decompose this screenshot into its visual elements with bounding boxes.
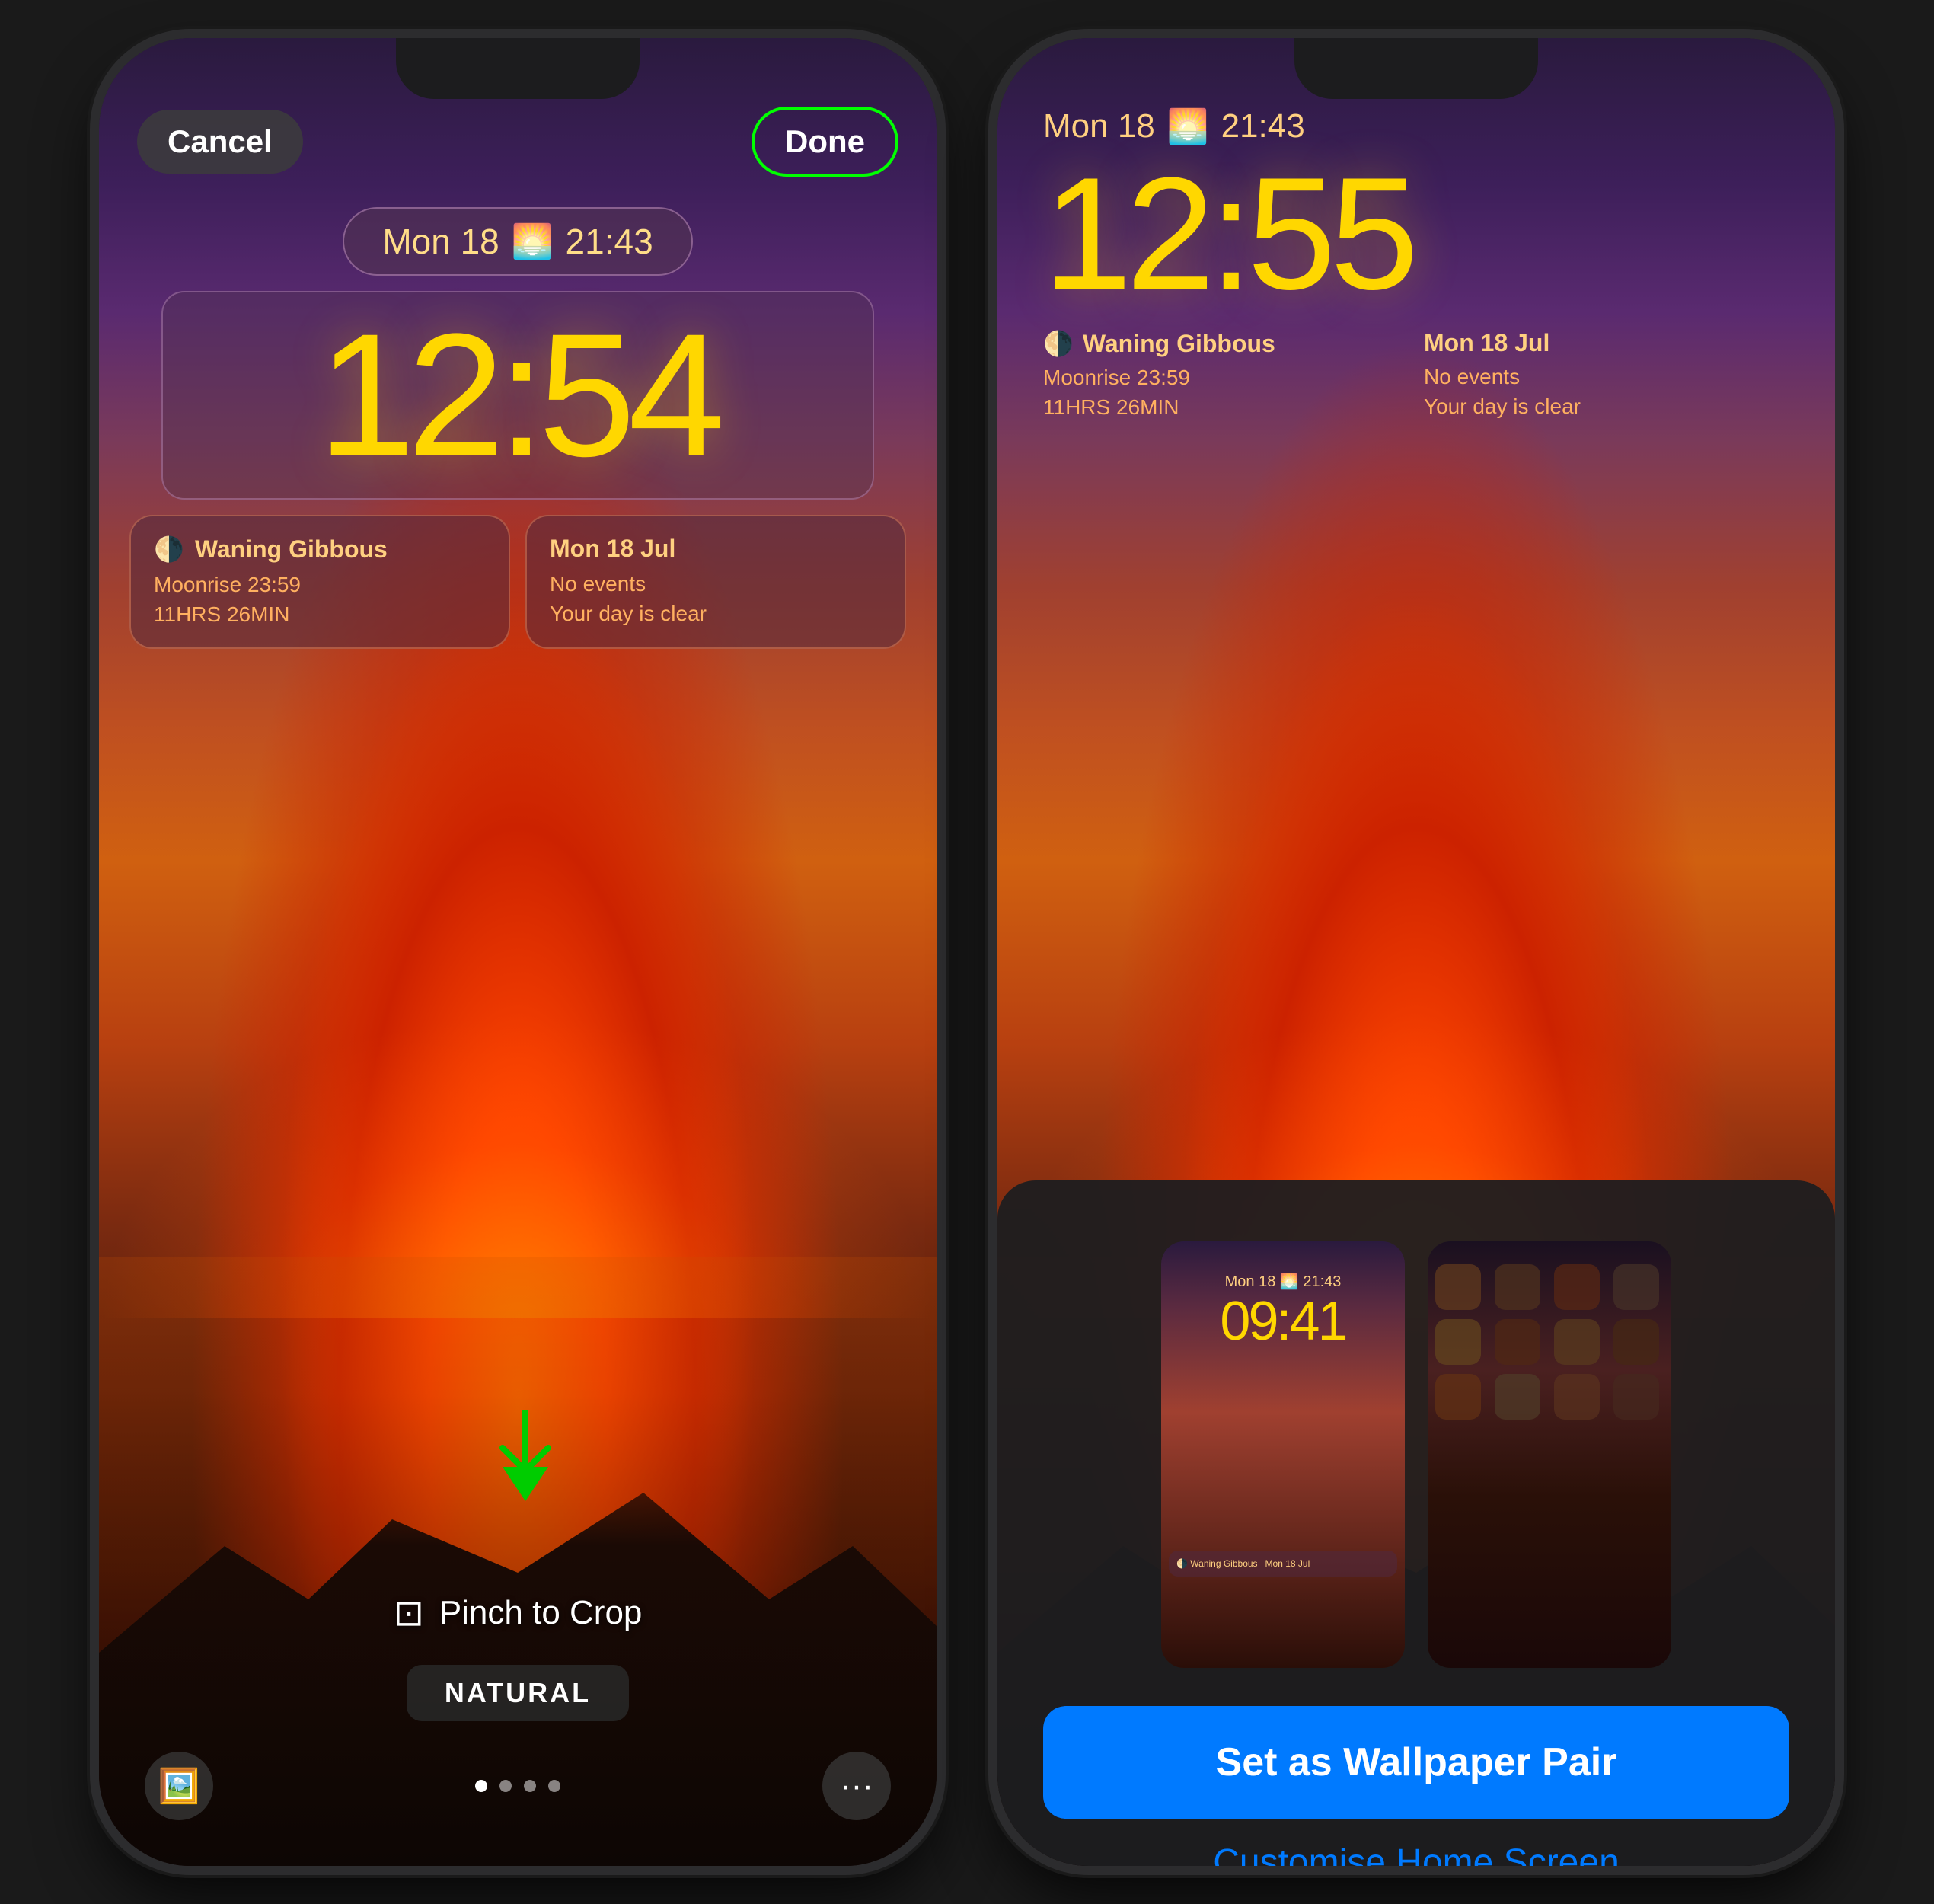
app-icon-2 [1495,1264,1540,1310]
preview-clock-small: 09:41 [1161,1294,1405,1349]
clock-container: 12:54 [99,291,937,500]
app-icon-5 [1435,1319,1481,1365]
right-widget-moon-title: 🌗 Waning Gibbous [1043,329,1409,358]
right-moon-icon: 🌗 [1043,329,1074,358]
pinch-label: Pinch to Crop [439,1594,643,1632]
right-phone-content: Mon 18 🌅 21:43 12:55 🌗 Waning Gibbous Mo… [997,38,1835,1866]
app-icon-10 [1495,1374,1540,1420]
app-icon-6 [1495,1319,1540,1365]
app-icon-8 [1613,1319,1659,1365]
right-phone: Mon 18 🌅 21:43 12:55 🌗 Waning Gibbous Mo… [997,38,1835,1866]
lock-screen-preview[interactable]: Mon 18 🌅 21:43 09:41 🌗 Waning Gibbous Mo… [1161,1241,1405,1668]
bottom-controls: ⊡ Pinch to Crop NATURAL 🖼️ ··· [99,1592,937,1820]
app-icon-3 [1554,1264,1600,1310]
dot-3 [524,1780,536,1792]
crop-icon: ⊡ [394,1592,424,1634]
customise-home-button[interactable]: Customise Home Screen [1213,1842,1620,1866]
app-icon-7 [1554,1319,1600,1365]
preview-date-small: Mon 18 🌅 21:43 [1161,1272,1405,1291]
app-icon-12 [1613,1374,1659,1420]
cancel-button[interactable]: Cancel [137,110,303,174]
more-button[interactable]: ··· [822,1752,891,1820]
widgets-row: 🌗 Waning Gibbous Moonrise 23:59 11HRS 26… [99,515,937,649]
dot-1 [475,1780,487,1792]
bottom-sheet: Mon 18 🌅 21:43 09:41 🌗 Waning Gibbous Mo… [997,1180,1835,1866]
preview-row: Mon 18 🌅 21:43 09:41 🌗 Waning Gibbous Mo… [1161,1241,1671,1668]
moon-icon: 🌗 [154,535,184,564]
right-widgets: 🌗 Waning Gibbous Moonrise 23:59 11HRS 26… [1043,329,1789,422]
right-widget-moon-sub: Moonrise 23:59 11HRS 26MIN [1043,363,1409,422]
date-text: Mon 18 [382,221,499,262]
right-clock: 12:55 [1043,154,1789,314]
widget-moon-sub: Moonrise 23:59 11HRS 26MIN [154,570,486,629]
toolbar-row: 🖼️ ··· [99,1752,937,1820]
time-text: 21:43 [566,221,653,262]
home-icon-grid [1435,1264,1664,1420]
photos-icon: 🖼️ [158,1766,200,1806]
left-phone: Cancel Done Mon 18 🌅 21:43 12:54 🌗 Wanin… [99,38,937,1866]
clock-time: 12:54 [209,308,827,483]
widget-cal-sub: No events Your day is clear [550,569,882,628]
right-widget-cal-title: Mon 18 Jul [1424,329,1789,357]
app-icon-1 [1435,1264,1481,1310]
widget-moon: 🌗 Waning Gibbous Moonrise 23:59 11HRS 26… [129,515,510,649]
widget-moon-title: 🌗 Waning Gibbous [154,535,486,564]
right-sunrise-icon: 🌅 [1167,107,1209,146]
right-widget-cal-sub: No events Your day is clear [1424,362,1789,421]
green-arrow [495,1410,556,1516]
app-icon-9 [1435,1374,1481,1420]
right-notch [1294,38,1538,99]
more-icon: ··· [840,1767,873,1805]
right-date: Mon 18 🌅 21:43 [1043,107,1789,146]
preview-lock-time-area: Mon 18 🌅 21:43 09:41 [1161,1272,1405,1349]
app-icon-4 [1613,1264,1659,1310]
date-pill: Mon 18 🌅 21:43 [343,207,692,276]
right-date-text: Mon 18 [1043,107,1155,145]
dot-2 [499,1780,512,1792]
pinch-hint: ⊡ Pinch to Crop [394,1592,643,1634]
widget-calendar: Mon 18 Jul No events Your day is clear [525,515,906,649]
set-wallpaper-button[interactable]: Set as Wallpaper Pair [1043,1706,1789,1819]
home-screen-preview[interactable] [1428,1241,1671,1668]
right-time-text: 21:43 [1221,107,1305,145]
app-icon-11 [1554,1374,1600,1420]
page-dots [475,1780,560,1792]
widget-cal-title: Mon 18 Jul [550,535,882,563]
dot-4 [548,1780,560,1792]
right-widget-calendar: Mon 18 Jul No events Your day is clear [1424,329,1789,422]
date-area: Mon 18 🌅 21:43 [99,207,937,276]
notch [396,38,640,99]
natural-badge: NATURAL [407,1665,629,1721]
clock-pill: 12:54 [161,291,874,500]
photos-button[interactable]: 🖼️ [145,1752,213,1820]
preview-widget-bar: 🌗 Waning Gibbous Mon 18 Jul [1169,1551,1397,1577]
right-widget-moon: 🌗 Waning Gibbous Moonrise 23:59 11HRS 26… [1043,329,1409,422]
done-button[interactable]: Done [752,107,898,177]
sunrise-icon: 🌅 [512,222,554,261]
